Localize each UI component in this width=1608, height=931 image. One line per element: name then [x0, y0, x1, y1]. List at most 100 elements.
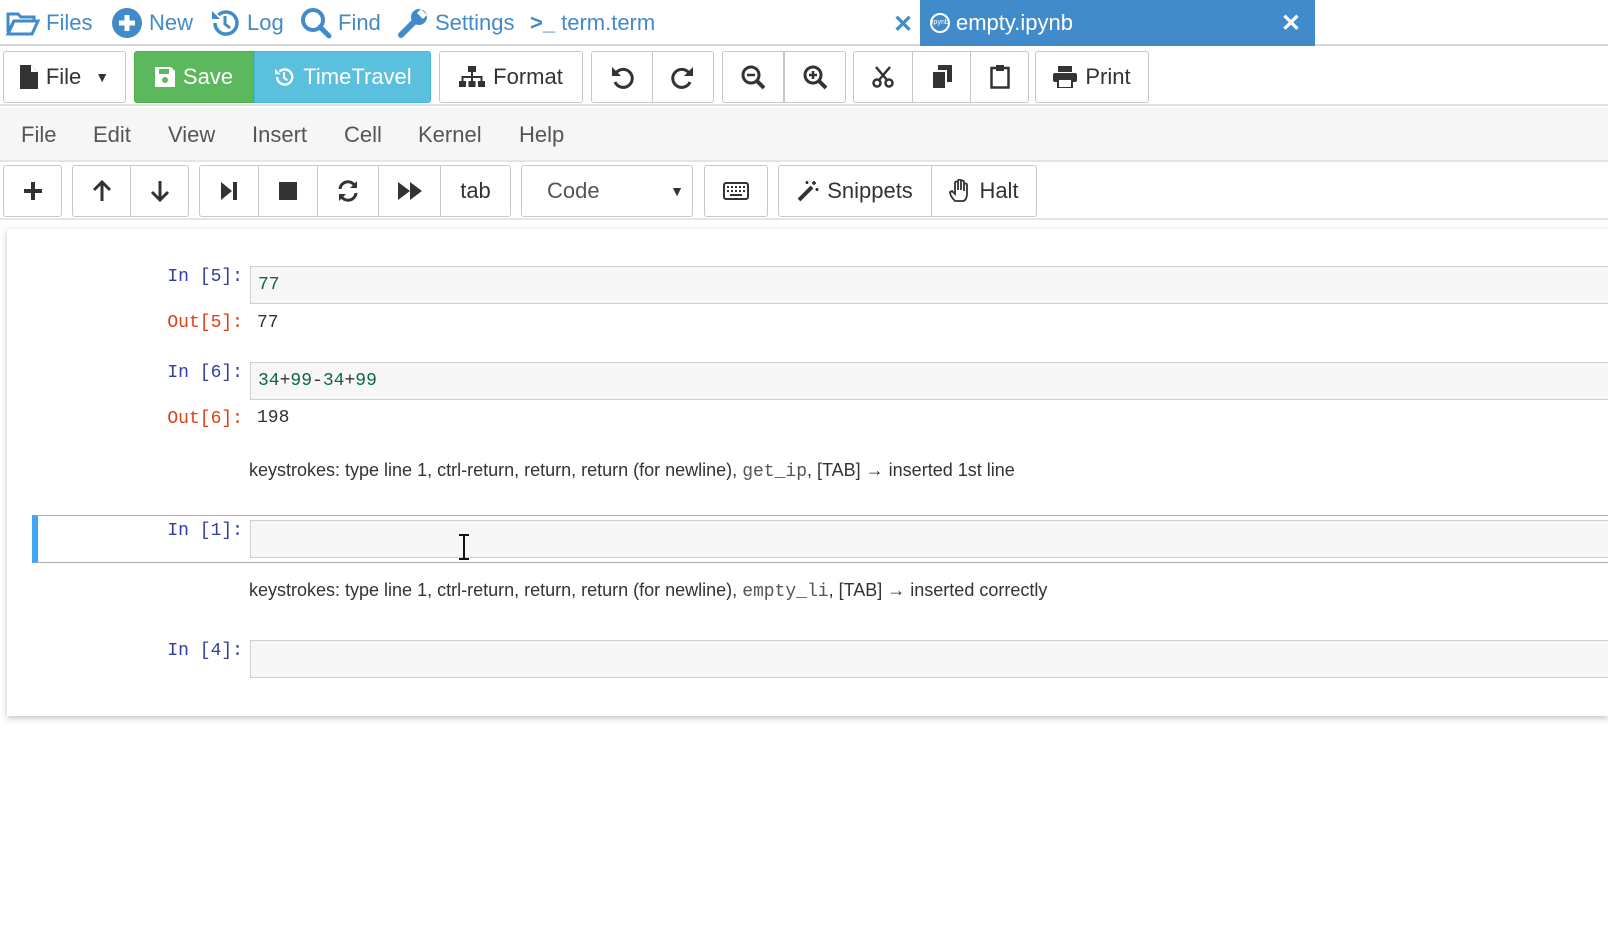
format-button[interactable]: Format	[439, 51, 583, 103]
code-operator: +	[279, 371, 291, 391]
cut-button[interactable]	[853, 51, 913, 103]
zoom-out-icon	[741, 65, 766, 90]
paste-button[interactable]	[970, 51, 1029, 103]
markdown-cell: keystrokes: type line 1, ctrl-return, re…	[249, 460, 1015, 482]
clipboard-icon	[989, 65, 1010, 89]
log-label: Log	[247, 10, 284, 35]
cell-output: 77	[257, 313, 279, 333]
copy-button[interactable]	[912, 51, 971, 103]
in-prompt: In [4]:	[167, 641, 243, 661]
code-input[interactable]: 77	[250, 266, 1608, 304]
markdown-text: keystrokes: type line 1, ctrl-return, re…	[249, 580, 743, 600]
files-label: Files	[46, 10, 93, 35]
new-label: New	[149, 10, 194, 35]
folder-open-icon	[6, 12, 40, 36]
file-icon	[19, 65, 38, 89]
main-toolbar: File ▼ Save TimeTravel Format Print	[0, 48, 1608, 106]
halt-button[interactable]: Halt	[931, 165, 1037, 217]
close-active-tab-icon[interactable]: ✕	[1281, 9, 1301, 38]
save-button[interactable]: Save	[134, 51, 254, 103]
markdown-text: , [TAB] → inserted 1st line	[807, 460, 1015, 480]
file-button-label: File	[45, 64, 82, 89]
terminal-icon: >_	[530, 10, 556, 35]
in-prompt: In [6]:	[167, 363, 243, 383]
menu-insert[interactable]: Insert	[252, 122, 307, 148]
out-prompt: Out[5]:	[167, 313, 243, 333]
cut-icon	[872, 66, 894, 88]
markdown-text: keystrokes: type line 1, ctrl-return, re…	[249, 460, 743, 480]
copy-icon	[931, 65, 952, 89]
save-label: Save	[182, 64, 234, 89]
settings-label: Settings	[435, 10, 515, 35]
zoom-in-icon	[803, 65, 828, 90]
close-tab-icon[interactable]: ✕	[893, 10, 913, 39]
top-tab-bar: Files New Log Find Settings >_ term.term…	[0, 0, 1608, 46]
code-number: 77	[258, 275, 280, 295]
caret-down-icon: ▼	[670, 183, 684, 199]
log-link[interactable]: Log	[209, 0, 284, 46]
cell-type-value: Code	[547, 178, 600, 203]
tab-empty-ipynb[interactable]: ipynb empty.ipynb ✕	[920, 0, 1315, 46]
fast-forward-icon	[397, 182, 422, 200]
interrupt-button[interactable]	[258, 165, 318, 217]
out-prompt: Out[6]:	[167, 409, 243, 429]
insert-cell-button[interactable]	[3, 165, 62, 217]
print-button[interactable]: Print	[1035, 51, 1149, 103]
timetravel-button[interactable]: TimeTravel	[254, 51, 431, 103]
move-down-button[interactable]	[130, 165, 189, 217]
text-cursor-icon	[459, 534, 469, 560]
code-input[interactable]	[250, 640, 1608, 678]
settings-link[interactable]: Settings	[397, 0, 515, 46]
code-number: 99	[355, 371, 377, 391]
menu-cell[interactable]: Cell	[344, 122, 382, 148]
notebook-container: In [5]: 77 Out[5]: 77 In [6]: 34+99-34+9…	[7, 229, 1608, 716]
stop-icon	[279, 182, 297, 200]
cell-type-select[interactable]: Code ▼	[521, 165, 693, 217]
caret-down-icon: ▼	[95, 69, 110, 85]
zoom-in-button[interactable]	[784, 51, 846, 103]
code-input-active[interactable]	[250, 520, 1608, 558]
keyboard-button[interactable]	[704, 165, 768, 217]
active-tab-label: empty.ipynb	[956, 10, 1073, 35]
file-dropdown-button[interactable]: File ▼	[3, 51, 126, 103]
run-cell-button[interactable]	[199, 165, 259, 217]
move-up-button[interactable]	[72, 165, 131, 217]
history-icon	[275, 68, 294, 86]
menu-file[interactable]: File	[21, 122, 56, 148]
redo-button[interactable]	[652, 51, 714, 103]
arrow-down-icon	[150, 181, 169, 202]
new-link[interactable]: New	[111, 0, 193, 46]
inline-code: get_ip	[742, 462, 807, 482]
timetravel-label: TimeTravel	[303, 64, 412, 89]
step-forward-icon	[221, 182, 237, 200]
markdown-text: , [TAB] → inserted correctly	[828, 580, 1048, 600]
menu-kernel[interactable]: Kernel	[418, 122, 482, 148]
notebook-icon: ipynb	[930, 13, 950, 33]
markdown-cell: keystrokes: type line 1, ctrl-return, re…	[249, 580, 1047, 602]
arrow-up-icon	[92, 180, 111, 201]
snippets-button[interactable]: Snippets	[778, 165, 932, 217]
halt-label: Halt	[979, 178, 1019, 203]
undo-button[interactable]	[591, 51, 653, 103]
keyboard-icon	[723, 182, 749, 200]
term-link[interactable]: >_ term.term	[530, 0, 655, 46]
code-input[interactable]: 34+99-34+99	[250, 362, 1608, 400]
plus-icon	[23, 182, 42, 200]
sitemap-icon	[459, 66, 486, 87]
run-all-button[interactable]	[378, 165, 441, 217]
print-icon	[1053, 66, 1078, 88]
files-link[interactable]: Files	[6, 0, 92, 46]
zoom-out-button[interactable]	[722, 51, 784, 103]
tab-button[interactable]: tab	[440, 165, 511, 217]
in-prompt: In [1]:	[167, 521, 243, 541]
restart-button[interactable]	[317, 165, 379, 217]
format-label: Format	[493, 64, 563, 89]
tab-label: tab	[460, 178, 491, 203]
code-operator: -	[312, 371, 323, 391]
save-icon	[154, 67, 175, 87]
find-link[interactable]: Find	[300, 0, 381, 46]
term-label: term.term	[561, 10, 656, 35]
menu-edit[interactable]: Edit	[93, 122, 131, 148]
menu-view[interactable]: View	[168, 122, 215, 148]
menu-help[interactable]: Help	[519, 122, 564, 148]
